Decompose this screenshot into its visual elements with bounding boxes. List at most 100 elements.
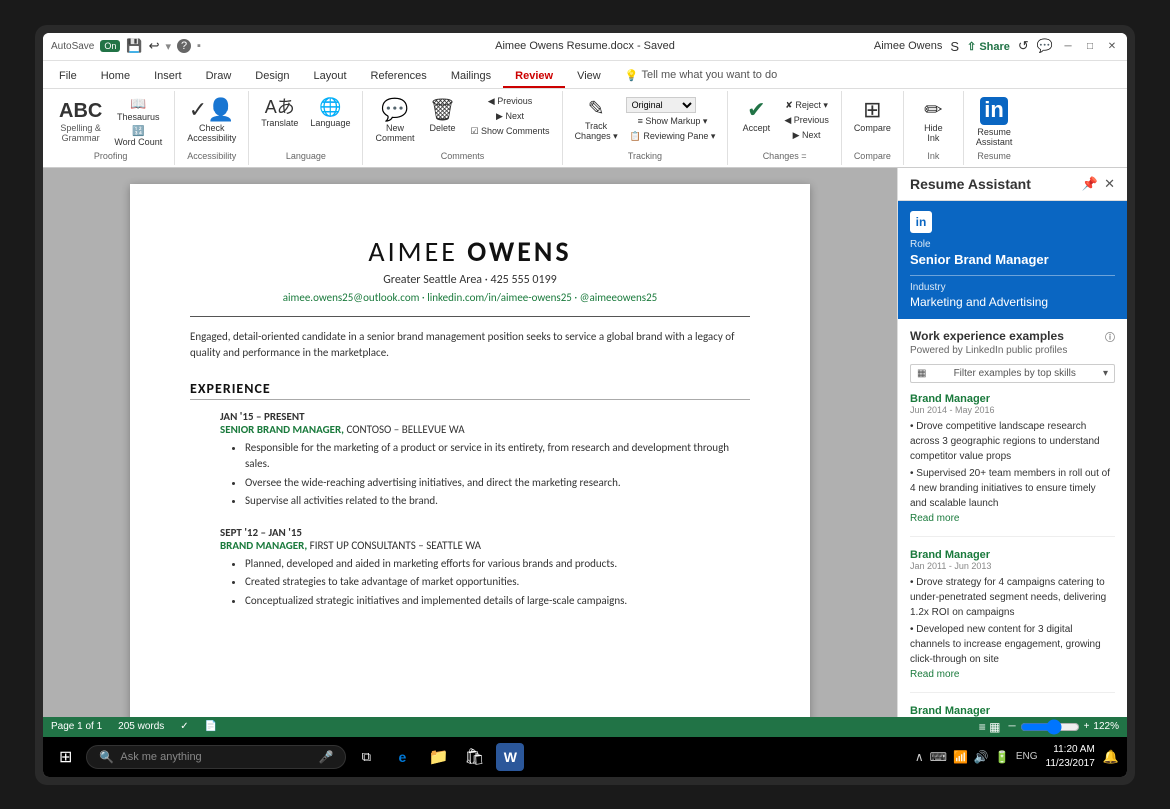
ribbon: ABC Spelling &Grammar 📖 Thesaurus 🔢 Word… — [43, 89, 1127, 168]
taskbar: ⊞ 🔍 Ask me anything 🎤 ⧉ e 📁 🛍 W ∧ ⌨ 📶 🔊 — [43, 737, 1127, 777]
notification-icon[interactable]: 🔔 — [1103, 749, 1119, 765]
ra-content[interactable]: Work experience examples ⓘ Powered by Li… — [898, 319, 1127, 717]
accessibility-status-icon: ✓ — [180, 721, 188, 732]
tab-mailings[interactable]: Mailings — [439, 66, 503, 88]
next-change-button[interactable]: ▶ Next — [780, 129, 832, 142]
show-markup-button[interactable]: ≡ Show Markup ▾ — [626, 115, 720, 128]
show-comments-button[interactable]: ☑ Show Comments — [466, 125, 553, 138]
linkedin-icon: in — [910, 211, 932, 233]
markup-dropdown[interactable]: Original All Markup — [626, 97, 696, 113]
ra-job-title-2: Brand Manager — [910, 549, 1115, 561]
status-right: ≡ ▦ ─ + 122% — [979, 719, 1119, 735]
tab-view[interactable]: View — [565, 66, 613, 88]
restore-button[interactable]: □ — [1083, 39, 1097, 53]
track-changes-icon: ✎ — [588, 97, 605, 121]
translate-button[interactable]: Aあ Translate — [257, 95, 302, 131]
hide-ink-icon: ✏ — [924, 97, 942, 123]
resume-assistant-header: Resume Assistant 📌 ✕ — [898, 168, 1127, 201]
zoom-out-button[interactable]: ─ — [1008, 721, 1015, 732]
accessibility-label: Accessibility — [187, 149, 236, 161]
spelling-icon: ABC — [59, 99, 102, 123]
reviewing-pane-button[interactable]: 📋 Reviewing Pane ▾ — [626, 130, 720, 143]
ra-close-icon[interactable]: ✕ — [1104, 176, 1115, 192]
document-page: AIMEE OWENS Greater Seattle Area · 425 5… — [130, 184, 810, 717]
next-comment-button[interactable]: ▶ Next — [466, 110, 553, 123]
store-button[interactable]: 🛍 — [460, 743, 488, 771]
tab-file[interactable]: File — [47, 66, 89, 88]
hide-ink-button[interactable]: ✏ HideInk — [913, 95, 953, 145]
edge-browser-button[interactable]: e — [388, 743, 416, 771]
ra-job-card-2: Brand Manager Jan 2011 - Jun 2013 • Drov… — [910, 549, 1115, 693]
compare-button[interactable]: ⊞ Compare — [850, 95, 895, 135]
skype-icon[interactable]: S — [950, 39, 959, 54]
filter-icon: ▦ — [917, 368, 926, 379]
list-item: Created strategies to take advantage of … — [245, 574, 750, 591]
accept-button[interactable]: ✔ Accept — [736, 95, 776, 135]
ra-header-icons: 📌 ✕ — [1082, 176, 1115, 192]
tab-layout[interactable]: Layout — [302, 66, 359, 88]
activity-icon[interactable]: ↺ — [1018, 38, 1029, 54]
tab-draw[interactable]: Draw — [194, 66, 244, 88]
view-mode-icons[interactable]: ≡ ▦ — [979, 720, 1001, 734]
spelling-grammar-button[interactable]: ABC Spelling &Grammar — [55, 97, 106, 145]
changes-label: Changes = — [763, 149, 807, 161]
job-bullets-1: Responsible for the marketing of a produ… — [245, 440, 750, 510]
comments-icon[interactable]: 💬 — [1037, 38, 1053, 54]
tab-references[interactable]: References — [359, 66, 439, 88]
job-entry-2: SEPT '12 – JAN '15 BRAND MANAGER, FIRST … — [190, 526, 750, 610]
delete-icon: 🗑 — [429, 97, 457, 123]
help-icon[interactable]: ? — [177, 39, 191, 53]
comments-buttons: 💬 NewComment 🗑 Delete ◀ Previous ▶ Next — [371, 95, 553, 145]
new-comment-button[interactable]: 💬 NewComment — [371, 95, 418, 145]
ribbon-group-accessibility: ✓👤 CheckAccessibility Accessibility — [175, 91, 249, 165]
tab-home[interactable]: Home — [89, 66, 142, 88]
track-changes-button[interactable]: ✎ TrackChanges ▾ — [571, 95, 622, 144]
ra-bullet-2-1: • Drove strategy for 4 campaigns caterin… — [910, 575, 1115, 620]
role-value: Senior Brand Manager — [910, 252, 1115, 267]
read-more-1[interactable]: Read more — [910, 513, 1115, 524]
tab-tell-me[interactable]: 💡 Tell me what you want to do — [613, 65, 789, 88]
list-item: Conceptualized strategic initiatives and… — [245, 593, 750, 610]
ra-pin-icon[interactable]: 📌 — [1082, 176, 1098, 192]
filter-label: Filter examples by top skills — [954, 368, 1076, 379]
ra-filter-dropdown[interactable]: ▦ Filter examples by top skills ▾ — [910, 364, 1115, 383]
prev-comment-button[interactable]: ◀ Previous — [466, 95, 553, 108]
word-button[interactable]: W — [496, 743, 524, 771]
doc-location: Greater Seattle Area · 425 555 0199 — [190, 273, 750, 287]
proofing-label: Proofing — [94, 149, 128, 161]
delete-comment-button[interactable]: 🗑 Delete — [422, 95, 462, 135]
save-icon[interactable]: 💾 — [126, 38, 142, 54]
ra-job-dates-1: Jun 2014 - May 2016 — [910, 405, 1115, 415]
prev-change-button[interactable]: ◀ Previous — [780, 114, 832, 127]
start-button[interactable]: ⊞ — [51, 747, 80, 767]
ra-job-card-1: Brand Manager Jun 2014 - May 2016 • Drov… — [910, 393, 1115, 537]
taskbar-search[interactable]: 🔍 Ask me anything 🎤 — [86, 745, 346, 769]
thesaurus-button[interactable]: 📖 Thesaurus — [110, 95, 166, 123]
zoom-in-button[interactable]: + — [1084, 721, 1090, 732]
file-explorer-button[interactable]: 📁 — [424, 743, 452, 771]
resume-assistant-button[interactable]: in ResumeAssistant — [972, 95, 1017, 149]
zoom-slider[interactable] — [1020, 719, 1080, 735]
undo-icon[interactable]: ↩ — [149, 38, 160, 54]
ribbon-tabs: File Home Insert Draw Design Layout Refe… — [43, 61, 1127, 89]
share-icon[interactable]: ⇧ Share — [967, 40, 1010, 53]
reject-button[interactable]: ✘ Reject ▾ — [780, 99, 832, 112]
task-view-button[interactable]: ⧉ — [352, 743, 380, 771]
close-button[interactable]: ✕ — [1105, 39, 1119, 53]
resume-assistant-panel: Resume Assistant 📌 ✕ in Role Senior Bran… — [897, 168, 1127, 717]
language-bar: ENG — [1016, 751, 1038, 762]
tab-review[interactable]: Review — [503, 66, 565, 88]
minimize-button[interactable]: ─ — [1061, 39, 1075, 53]
chevron-up-icon[interactable]: ∧ — [915, 750, 924, 764]
ra-job-title-1: Brand Manager — [910, 393, 1115, 405]
autosave-toggle[interactable]: On — [100, 40, 120, 52]
mic-icon[interactable]: 🎤 — [318, 750, 333, 764]
check-accessibility-button[interactable]: ✓👤 CheckAccessibility — [183, 95, 240, 145]
tab-insert[interactable]: Insert — [142, 66, 194, 88]
document-area[interactable]: AIMEE OWENS Greater Seattle Area · 425 5… — [43, 168, 897, 717]
language-button[interactable]: 🌐 Language — [306, 95, 354, 131]
read-more-2[interactable]: Read more — [910, 669, 1115, 680]
tab-design[interactable]: Design — [243, 66, 301, 88]
redo-icon[interactable]: ▾ — [165, 40, 171, 53]
word-count-button[interactable]: 🔢 Word Count — [110, 125, 166, 148]
